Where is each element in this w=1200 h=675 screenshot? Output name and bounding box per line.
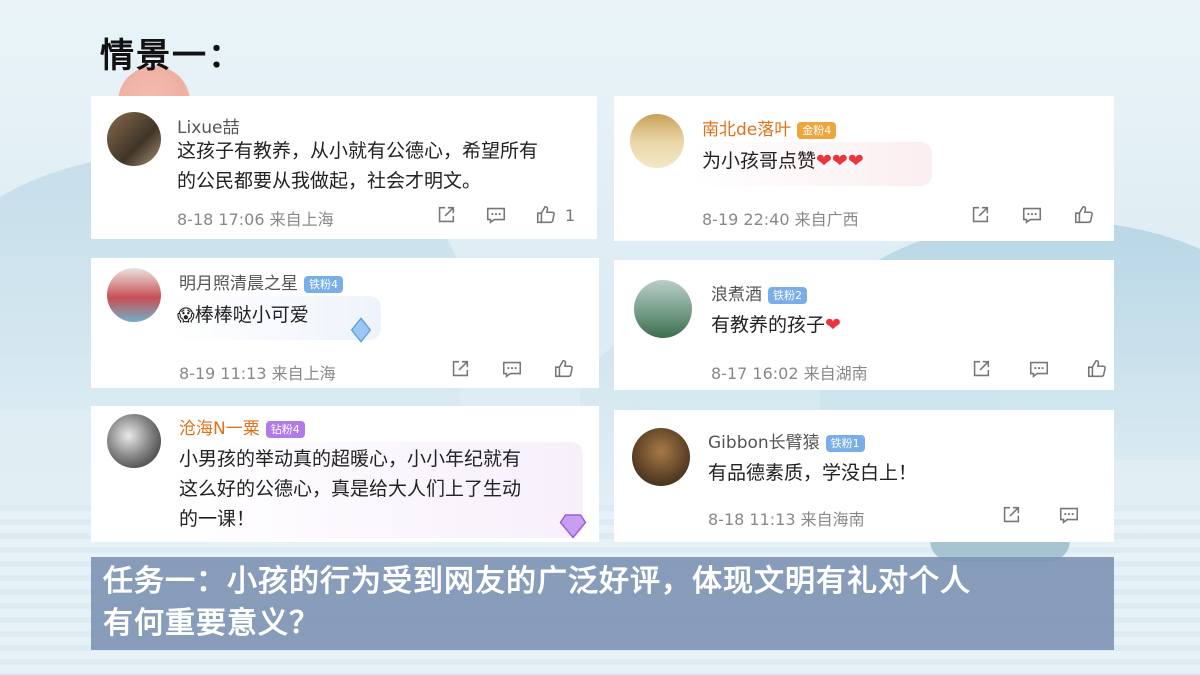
share-icon[interactable] [970,358,992,380]
username-text: 浪煮酒 [711,285,762,305]
comment-icon[interactable] [1028,358,1050,380]
fan-badge: 金粉4 [797,121,837,139]
comment-card-4: 浪煮酒 铁粉2 有教养的孩子❤ 8-17 16:02 来自湖南 [614,260,1114,390]
like-icon[interactable]: 1 [535,204,575,226]
username-text: 明月照清晨之星 [179,274,298,294]
comment-text: 为小孩哥点赞❤❤❤ [702,146,864,176]
like-count: 1 [565,205,576,225]
share-icon[interactable] [1000,504,1022,526]
task-question: 任务一：小孩的行为受到网友的广泛好评，体现文明有礼对个人 有何重要意义？ [103,561,1103,645]
task-banner: 任务一：小孩的行为受到网友的广泛好评，体现文明有礼对个人 有何重要意义？ [91,557,1114,650]
username-text: Gibbon长臂猿 [708,433,820,453]
comment-meta: 8-19 22:40 来自广西 [702,210,859,229]
comment-card-5: 沧海N一粟 钻粉4 小男孩的举动真的超暖心，小小年纪就有 这么好的公德心，真是给大… [91,406,599,542]
username-text: 沧海N一粟 [179,419,260,439]
fan-badge: 铁粉4 [304,275,343,293]
like-icon[interactable] [1086,358,1108,380]
emoji-icon: 😱 [177,306,195,326]
fan-badge: 铁粉2 [768,286,807,304]
comment-meta: 8-18 11:13 来自海南 [708,510,865,529]
comment-line: 这孩子有教养，从小就有公德心，希望所有 [177,140,539,162]
comment-line: 的一课！ [179,508,256,530]
username[interactable]: 明月照清晨之星 铁粉4 [179,269,343,294]
comment-meta: 8-19 11:13 来自上海 [179,364,336,383]
comment-text: 小男孩的举动真的超暖心，小小年纪就有 这么好的公德心，真是给大人们上了生动 的一… [179,444,579,534]
comment-card-1: Lixue喆 这孩子有教养，从小就有公德心，希望所有 的公民都要从我做起，社会才… [91,96,597,239]
task-line: 有何重要意义？ [103,606,320,641]
comment-line: 小男孩的举动真的超暖心，小小年纪就有 [179,448,522,470]
username[interactable]: 南北de落叶 金粉4 [702,115,837,140]
share-icon[interactable] [449,358,471,380]
comment-line: 的公民都要从我做起，社会才明文。 [177,170,482,192]
comment-meta: 8-17 16:02 来自湖南 [711,364,868,383]
comment-text: 😱棒棒哒小可爱 [177,300,309,331]
page-title: 情景一： [100,36,244,76]
avatar[interactable] [632,428,690,486]
comment-meta: 8-18 17:06 来自上海 [177,210,334,229]
comment-text: 这孩子有教养，从小就有公德心，希望所有 的公民都要从我做起，社会才明文。 [177,136,587,196]
comment-icon[interactable] [1021,204,1043,226]
comment-card-2: 南北de落叶 金粉4 为小孩哥点赞❤❤❤ 8-19 22:40 来自广西 [614,96,1114,241]
avatar[interactable] [107,112,161,166]
avatar[interactable] [107,268,161,322]
comment-body: 有教养的孩子 [711,314,826,336]
username[interactable]: 沧海N一粟 钻粉4 [179,414,305,439]
avatar[interactable] [630,114,684,168]
task-line: 任务一：小孩的行为受到网友的广泛好评，体现文明有礼对个人 [103,564,971,599]
comment-icon[interactable] [501,358,523,380]
username[interactable]: Lixue喆 [177,113,240,138]
comment-line: 这么好的公德心，真是给大人们上了生动 [179,478,522,500]
comment-card-6: Gibbon长臂猿 铁粉1 有品德素质，学没白上！ 8-18 11:13 来自海南 [614,410,1114,542]
share-icon[interactable] [969,204,991,226]
username[interactable]: Gibbon长臂猿 铁粉1 [708,428,865,453]
fan-badge: 铁粉1 [825,434,865,452]
comment-body: 棒棒哒小可爱 [194,304,309,326]
like-icon[interactable] [1073,204,1095,226]
heart-icon: ❤ [825,314,841,336]
comment-text: 有教养的孩子❤ [711,310,841,340]
diamond-icon [350,317,372,343]
username-text: 南北de落叶 [702,120,792,140]
avatar[interactable] [107,414,161,468]
username[interactable]: 浪煮酒 铁粉2 [711,280,807,305]
comment-icon[interactable] [485,204,507,226]
comment-text: 有品德素质，学没白上！ [708,462,918,484]
fan-badge: 钻粉4 [265,420,305,438]
diamond-icon [559,514,587,539]
comment-card-3: 明月照清晨之星 铁粉4 😱棒棒哒小可爱 8-19 11:13 来自上海 [91,258,599,388]
heart-icon: ❤❤❤ [816,150,864,172]
like-icon[interactable] [553,358,575,380]
comment-icon[interactable] [1058,504,1080,526]
share-icon[interactable] [435,204,457,226]
avatar[interactable] [634,280,692,338]
comment-body: 为小孩哥点赞 [702,150,817,172]
